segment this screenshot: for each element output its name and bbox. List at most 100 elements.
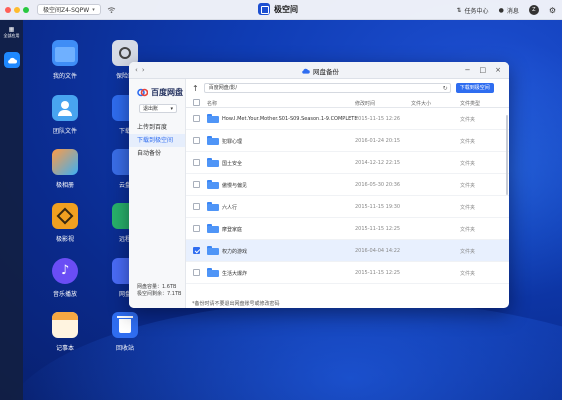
row-name: 六人行 — [222, 205, 238, 211]
cloud-icon — [302, 68, 310, 74]
settings-button[interactable]: ⚙ — [549, 6, 556, 15]
column-size[interactable]: 文件大小 — [411, 100, 431, 107]
desktop-icon-label: 极影视 — [55, 236, 74, 243]
sidebar-item-download[interactable]: 下载到极空间 — [129, 134, 185, 147]
row-modified: 2015-11-15 12:26 — [355, 116, 401, 122]
chevron-down-icon: ▾ — [170, 105, 173, 112]
gear-icon: ⚙ — [548, 5, 556, 15]
bell-icon: ● — [498, 6, 504, 14]
row-checkbox[interactable] — [193, 225, 200, 232]
device-name: 极空间Z4-SQPW — [43, 7, 90, 14]
desktop-icon-label: 音乐播放 — [52, 291, 77, 298]
table-row[interactable]: 国土安全 2014-12-12 22:15 文件夹 — [186, 152, 509, 174]
team-folder-icon — [52, 95, 78, 121]
scrollbar[interactable] — [506, 115, 508, 195]
desktop-background: 极空间Z4-SQPW ▾ 极空间 ⇅ 任务中心 ● 消息 Z ⚙ ▦ 全部应用 … — [0, 0, 562, 400]
column-modified[interactable]: 修改时间 — [355, 100, 375, 107]
column-name[interactable]: 名称 — [207, 100, 217, 107]
sliders-icon: ⇅ — [456, 6, 462, 14]
baidu-netdisk-icon — [137, 88, 148, 97]
minimize-icon[interactable]: − — [465, 66, 471, 74]
back-icon[interactable]: ‹ — [135, 66, 138, 74]
maximize-dot[interactable] — [23, 6, 29, 13]
window-titlebar[interactable]: ‹ › 网盘备份 − □ × — [129, 62, 509, 79]
row-checkbox[interactable] — [193, 181, 200, 188]
avatar[interactable]: Z — [528, 5, 539, 15]
window-controls — [5, 6, 29, 13]
close-icon[interactable]: × — [495, 66, 501, 74]
table-row[interactable]: 生活大爆炸 2015-11-15 12:25 文件夹 — [186, 262, 509, 284]
row-modified: 2016-05-30 20:36 — [355, 182, 401, 188]
table-row[interactable]: How.I.Met.Your.Mother.S01-S09.Season.1-9… — [186, 108, 509, 130]
row-name: 傲慢与偏见 — [222, 183, 248, 189]
path-field[interactable]: 百度网盘/影/ ↻ — [203, 83, 451, 93]
account-selector[interactable]: 退出账 ▾ — [139, 104, 177, 113]
messages-button[interactable]: ● 消息 — [499, 6, 519, 15]
table-row[interactable]: 犯罪心理 2016-01-24 20:15 文件夹 — [186, 130, 509, 152]
desktop-icon-notes[interactable]: 记事本 — [43, 312, 87, 352]
row-name: 犯罪心理 — [222, 139, 243, 145]
sidebar-item-auto-backup[interactable]: 自动备份 — [129, 147, 185, 160]
row-checkbox[interactable] — [193, 269, 200, 276]
desktop-icon-albums[interactable]: 极相册 — [43, 149, 87, 189]
table-row[interactable]: 老友记2015-11-15 12:25文件夹 — [186, 284, 509, 288]
row-type: 文件夹 — [460, 161, 476, 167]
row-type: 文件夹 — [460, 271, 476, 277]
window-title: 网盘备份 — [313, 68, 339, 76]
row-checkbox[interactable] — [193, 115, 200, 122]
row-type: 文件夹 — [460, 249, 476, 255]
folder-icon — [207, 180, 219, 189]
task-center-label: 任务中心 — [464, 7, 489, 15]
file-toolbar: ↑ 百度网盘/影/ ↻ 下载到极空间 — [186, 79, 509, 97]
download-to-nas-button[interactable]: 下载到极空间 — [455, 83, 494, 93]
desktop-icon-recycle[interactable]: 回收站 — [103, 312, 147, 352]
desktop-icon-team-files[interactable]: 团队文件 — [43, 95, 87, 135]
music-note-icon: ♪ — [52, 258, 78, 284]
row-checkbox[interactable] — [193, 203, 200, 210]
maximize-icon[interactable]: □ — [480, 66, 487, 74]
up-arrow-icon[interactable]: ↑ — [192, 84, 199, 93]
row-modified: 2015-11-15 12:25 — [355, 270, 401, 276]
all-apps-label: 全部应用 — [3, 33, 20, 38]
table-header: 名称 修改时间 文件大小 文件类型 — [186, 97, 509, 108]
sidebar-item-upload[interactable]: 上传到百度 — [129, 121, 185, 134]
wifi-icon — [107, 6, 115, 13]
forward-icon[interactable]: › — [142, 66, 145, 74]
close-dot[interactable] — [5, 6, 11, 13]
folder-icon — [207, 246, 219, 255]
task-center-button[interactable]: ⇅ 任务中心 — [457, 6, 489, 15]
dock-app-cloud[interactable] — [3, 52, 20, 68]
row-checkbox[interactable] — [193, 247, 200, 254]
refresh-icon[interactable]: ↻ — [443, 84, 448, 93]
table-row[interactable]: 权力的游戏 2016-04-04 14:22 文件夹 — [186, 240, 509, 262]
brand-name: 极空间 — [274, 4, 298, 14]
minimize-dot[interactable] — [14, 6, 20, 13]
desktop-icon-music[interactable]: ♪ 音乐播放 — [43, 258, 87, 298]
desktop-icon-label: 记事本 — [55, 345, 74, 352]
folder-icon — [52, 40, 78, 66]
table-row[interactable]: 六人行 2015-11-15 19:30 文件夹 — [186, 196, 509, 218]
folder-icon — [207, 224, 219, 233]
row-modified: 2016-01-24 20:15 — [355, 138, 401, 144]
row-checkbox[interactable] — [193, 159, 200, 166]
account-label: 退出账 — [143, 106, 159, 112]
trash-icon — [112, 312, 138, 338]
table-row[interactable]: 摩登家庭 2015-11-15 12:25 文件夹 — [186, 218, 509, 240]
brand: 极空间 — [258, 3, 298, 15]
row-name: 摩登家庭 — [222, 227, 243, 233]
desktop-icon-my-files[interactable]: 我的文件 — [43, 40, 87, 80]
table-row[interactable]: 傲慢与偏见 2016-05-30 20:36 文件夹 — [186, 174, 509, 196]
device-selector[interactable]: 极空间Z4-SQPW ▾ — [37, 4, 101, 15]
row-modified: 2015-11-15 19:30 — [355, 204, 401, 210]
row-name: 权力的游戏 — [222, 249, 248, 255]
all-apps-button[interactable]: ▦ 全部应用 — [0, 20, 23, 46]
column-type[interactable]: 文件类型 — [460, 100, 480, 107]
row-type: 文件夹 — [460, 139, 476, 145]
row-name: How.I.Met.Your.Mother.S01-S09.Season.1-9… — [222, 116, 358, 122]
row-modified: 2016-04-04 14:22 — [355, 248, 401, 254]
row-checkbox[interactable] — [193, 137, 200, 144]
desktop-icon-video[interactable]: 极影视 — [43, 203, 87, 243]
notepad-icon — [52, 312, 78, 338]
select-all-checkbox[interactable] — [193, 99, 200, 106]
netdisk-capacity: 网盘容量：1.6TB — [137, 284, 177, 290]
